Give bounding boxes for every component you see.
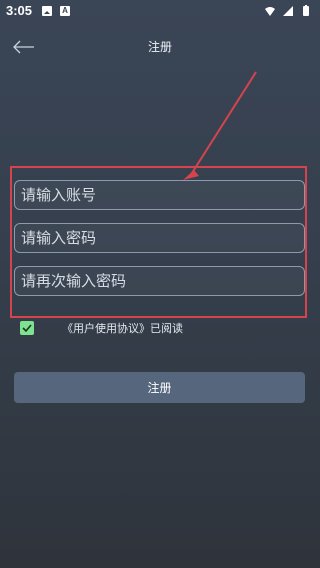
- a-notification-icon: A: [60, 6, 70, 16]
- header: 注册: [0, 30, 320, 64]
- confirm-password-input[interactable]: [14, 266, 305, 296]
- agreement-checkbox[interactable]: [20, 321, 34, 335]
- wifi-icon: [265, 7, 275, 16]
- account-input[interactable]: [14, 180, 305, 210]
- agreement-text[interactable]: 《用户使用协议》已阅读: [62, 320, 183, 336]
- check-icon: [22, 324, 32, 333]
- password-input[interactable]: [14, 223, 305, 253]
- page-title: 注册: [147, 40, 172, 54]
- battery-icon: [303, 5, 309, 16]
- status-icons: [264, 5, 312, 17]
- signal-icon: [283, 6, 293, 16]
- annotation-arrow: [183, 71, 257, 180]
- status-time: 3:05: [6, 3, 33, 18]
- register-button[interactable]: 注册: [14, 372, 305, 403]
- agreement-row: 《用户使用协议》已阅读: [18, 318, 308, 338]
- image-notification-icon: [42, 6, 52, 16]
- status-bar: 3:05 A: [0, 0, 320, 24]
